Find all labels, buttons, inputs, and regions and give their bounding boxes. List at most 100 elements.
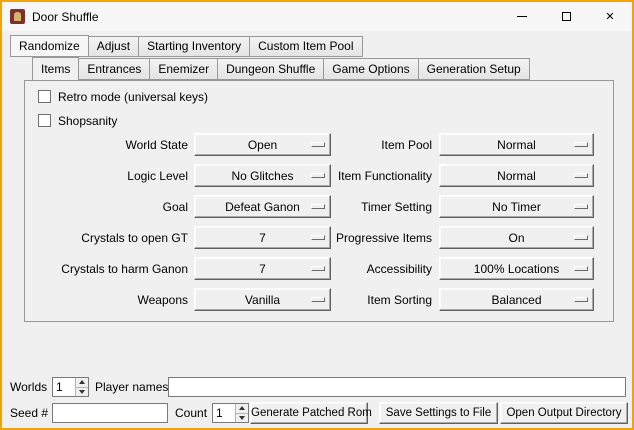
items-pane: Retro mode (universal keys) Shopsanity W…: [24, 80, 614, 322]
weapons-dropdown[interactable]: Vanilla: [194, 288, 331, 311]
save-settings-button[interactable]: Save Settings to File: [379, 402, 498, 424]
worlds-spin-buttons: [75, 378, 88, 396]
dropdown-indicator-icon: [574, 266, 588, 271]
field-row: Crystals to open GT 7: [30, 226, 331, 249]
timer-setting-label: Timer Setting: [312, 200, 432, 214]
weapons-value: Vanilla: [245, 293, 280, 307]
shopsanity-checkbox-row[interactable]: Shopsanity: [38, 112, 208, 129]
close-icon: ✕: [605, 11, 614, 22]
count-down-button[interactable]: [236, 414, 248, 423]
logic-level-label: Logic Level: [30, 169, 188, 183]
dropdown-indicator-icon: [574, 204, 588, 209]
count-label: Count: [175, 403, 207, 423]
item-sorting-value: Balanced: [491, 293, 541, 307]
goal-label: Goal: [30, 200, 188, 214]
maximize-button[interactable]: [544, 2, 588, 31]
field-row: Progressive Items On: [312, 226, 594, 249]
logic-level-dropdown[interactable]: No Glitches: [194, 164, 331, 187]
tab-dungeon-shuffle[interactable]: Dungeon Shuffle: [217, 58, 324, 80]
count-input[interactable]: [213, 404, 235, 422]
world-state-value: Open: [248, 138, 277, 152]
checkbox-group: Retro mode (universal keys) Shopsanity: [38, 88, 208, 136]
accessibility-value: 100% Locations: [474, 262, 559, 276]
goal-value: Defeat Ganon: [225, 200, 300, 214]
timer-setting-dropdown[interactable]: No Timer: [439, 195, 594, 218]
worlds-spinner[interactable]: [52, 377, 89, 397]
tab-adjust[interactable]: Adjust: [88, 36, 139, 57]
tab-starting-inventory[interactable]: Starting Inventory: [138, 36, 250, 57]
down-arrow-icon: [79, 390, 85, 394]
right-field-column: Item Pool Normal Item Functionality Norm…: [312, 133, 594, 319]
dropdown-indicator-icon: [574, 142, 588, 147]
item-pool-label: Item Pool: [312, 138, 432, 152]
tab-custom-item-pool[interactable]: Custom Item Pool: [249, 36, 362, 57]
up-arrow-icon: [79, 380, 85, 384]
window-controls: ✕: [500, 2, 632, 31]
dropdown-indicator-icon: [574, 235, 588, 240]
crystals-open-gt-value: 7: [259, 231, 266, 245]
worlds-down-button[interactable]: [76, 388, 88, 397]
worlds-label: Worlds: [10, 377, 47, 397]
tab-entrances[interactable]: Entrances: [78, 58, 150, 80]
worlds-up-button[interactable]: [76, 378, 88, 388]
window: Door Shuffle ✕ Randomize Adjust Starting…: [0, 0, 634, 430]
shopsanity-label: Shopsanity: [58, 114, 117, 128]
item-pool-dropdown[interactable]: Normal: [439, 133, 594, 156]
tab-items[interactable]: Items: [32, 57, 79, 80]
world-state-dropdown[interactable]: Open: [194, 133, 331, 156]
weapons-label: Weapons: [30, 293, 188, 307]
field-row: Weapons Vanilla: [30, 288, 331, 311]
tab-enemizer[interactable]: Enemizer: [149, 58, 218, 80]
field-row: Item Sorting Balanced: [312, 288, 594, 311]
tab-game-options[interactable]: Game Options: [323, 58, 418, 80]
crystals-open-gt-dropdown[interactable]: 7: [194, 226, 331, 249]
crystals-harm-ganon-dropdown[interactable]: 7: [194, 257, 331, 280]
item-sorting-dropdown[interactable]: Balanced: [439, 288, 594, 311]
window-title: Door Shuffle: [32, 10, 99, 24]
crystals-harm-ganon-value: 7: [259, 262, 266, 276]
worlds-input[interactable]: [53, 378, 75, 396]
outer-tab-bar: Randomize Adjust Starting Inventory Cust…: [10, 36, 362, 57]
count-spinner[interactable]: [212, 403, 249, 423]
seed-input[interactable]: [52, 403, 168, 423]
left-field-column: World State Open Logic Level No Glitches…: [30, 133, 331, 319]
logic-level-value: No Glitches: [231, 169, 293, 183]
close-button[interactable]: ✕: [588, 2, 632, 31]
item-functionality-dropdown[interactable]: Normal: [439, 164, 594, 187]
crystals-open-gt-label: Crystals to open GT: [30, 231, 188, 245]
app-icon[interactable]: [10, 9, 25, 24]
up-arrow-icon: [239, 406, 245, 410]
goal-dropdown[interactable]: Defeat Ganon: [194, 195, 331, 218]
down-arrow-icon: [239, 416, 245, 420]
retro-mode-checkbox[interactable]: [38, 90, 51, 103]
retro-mode-label: Retro mode (universal keys): [58, 90, 208, 104]
field-row: Item Functionality Normal: [312, 164, 594, 187]
dropdown-indicator-icon: [574, 173, 588, 178]
maximize-icon: [562, 12, 571, 21]
progressive-items-value: On: [508, 231, 524, 245]
open-output-directory-button[interactable]: Open Output Directory: [500, 402, 628, 424]
field-row: Crystals to harm Ganon 7: [30, 257, 331, 280]
generate-patched-rom-button[interactable]: Generate Patched Rom: [250, 402, 368, 424]
minimize-button[interactable]: [500, 2, 544, 31]
tab-generation-setup[interactable]: Generation Setup: [418, 58, 530, 80]
player-names-label: Player names: [95, 377, 168, 397]
item-sorting-label: Item Sorting: [312, 293, 432, 307]
retro-mode-checkbox-row[interactable]: Retro mode (universal keys): [38, 88, 208, 105]
timer-setting-value: No Timer: [492, 200, 541, 214]
field-row: Goal Defeat Ganon: [30, 195, 331, 218]
shopsanity-checkbox[interactable]: [38, 114, 51, 127]
crystals-harm-ganon-label: Crystals to harm Ganon: [30, 262, 188, 276]
accessibility-label: Accessibility: [312, 262, 432, 276]
item-functionality-label: Item Functionality: [312, 169, 432, 183]
count-up-button[interactable]: [236, 404, 248, 414]
count-spin-buttons: [235, 404, 248, 422]
accessibility-dropdown[interactable]: 100% Locations: [439, 257, 594, 280]
tab-randomize[interactable]: Randomize: [10, 35, 89, 57]
seed-label: Seed #: [10, 403, 48, 423]
progressive-items-dropdown[interactable]: On: [439, 226, 594, 249]
player-names-input[interactable]: [168, 377, 626, 397]
title-bar: Door Shuffle ✕: [2, 2, 632, 31]
inner-tab-bar: Items Entrances Enemizer Dungeon Shuffle…: [32, 58, 529, 80]
dropdown-indicator-icon: [574, 297, 588, 302]
